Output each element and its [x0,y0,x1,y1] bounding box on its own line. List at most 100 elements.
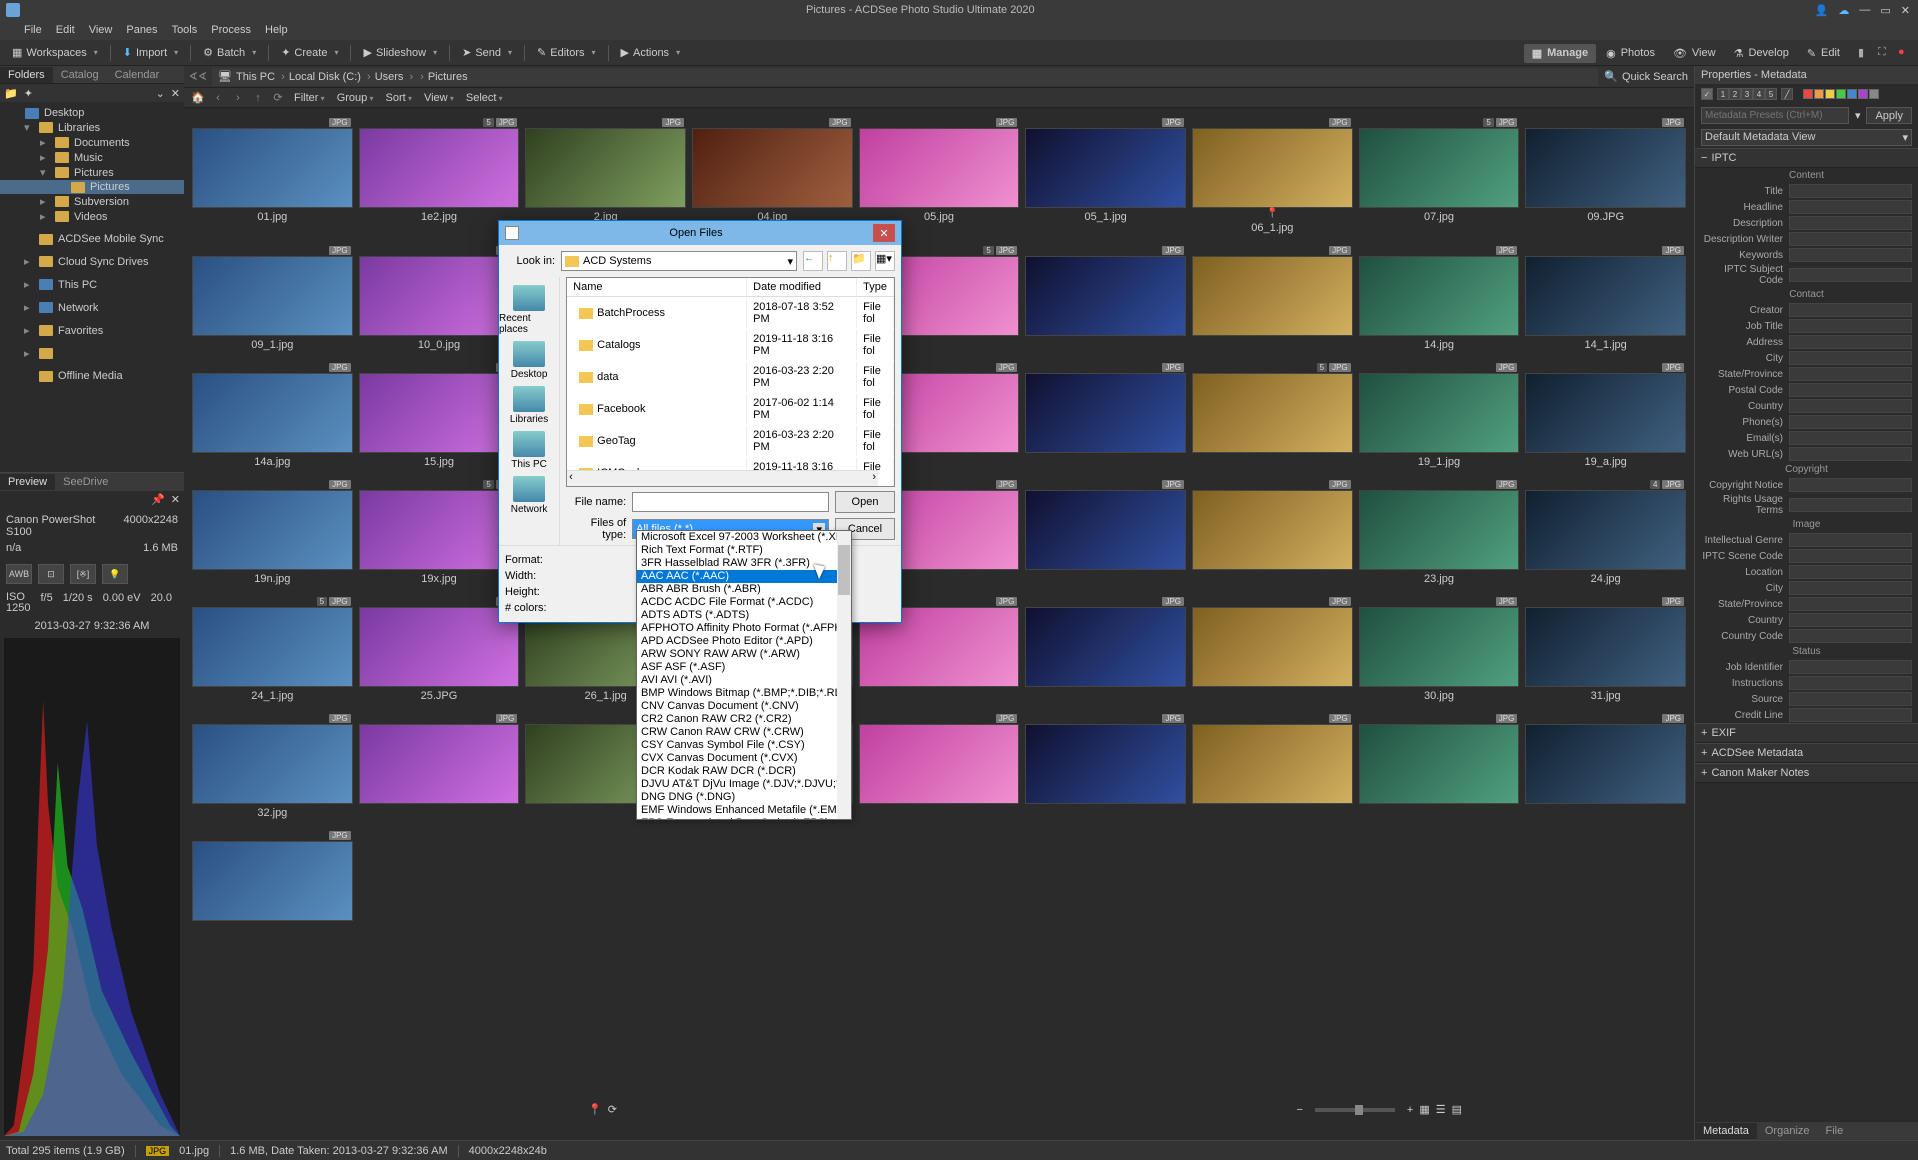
thumbnail[interactable]: JPG📍06_1.jpg [1192,116,1353,234]
thumbnail[interactable]: JPG19n.jpg [192,478,353,585]
tree-item[interactable]: ▸Videos [0,209,184,224]
quick-search[interactable]: 🔍 Quick Search [1604,70,1688,83]
histogram-icon[interactable]: ▮ [1858,46,1872,60]
file-type-option[interactable]: DJVU AT&T DjVu Image (*.DJV;*.DJVU;*.IW4… [637,778,851,791]
dropdown-scrollbar[interactable] [837,531,851,819]
workspaces-button[interactable]: ▦Workspaces [8,44,102,61]
rating-check[interactable]: ✓ [1701,88,1713,100]
color-label[interactable] [1803,89,1813,99]
thumbnail[interactable]: JPG31.jpg [1525,595,1686,702]
thumb-size-minus[interactable]: − [1296,1104,1302,1116]
menu-panes[interactable]: Panes [126,24,157,36]
user-icon[interactable]: 👤 [1815,4,1829,17]
sync-icon[interactable]: ⟳ [608,1103,617,1116]
meta-field[interactable]: State/Province [1695,366,1918,382]
back-icon[interactable]: ‹ [210,90,226,106]
thumbnail[interactable]: JPG30.jpg [1359,595,1520,702]
folder-close-icon[interactable]: ✕ [171,87,180,100]
rating-5[interactable]: 5 [1765,88,1777,100]
file-type-option[interactable]: DCR Kodak RAW DCR (*.DCR) [637,765,851,778]
tree-item[interactable]: Desktop [0,106,184,120]
geo-pin-icon[interactable]: 📍 [588,1103,602,1116]
refresh-icon[interactable]: ⟳ [270,90,286,106]
meta-field[interactable]: Title [1695,183,1918,199]
file-type-option[interactable]: Microsoft Excel 97-2003 Worksheet (*.XLS… [637,531,851,544]
actions-button[interactable]: ▶Actions [617,44,685,61]
maximize-button[interactable]: ▭ [1880,4,1890,17]
tab-photos[interactable]: ◉Photos [1598,44,1663,63]
red-dot-icon[interactable]: ● [1898,46,1912,60]
file-type-option[interactable]: ASF ASF (*.ASF) [637,661,851,674]
thumbnail[interactable]: 5JPG19x.jpg [359,478,520,585]
file-type-option[interactable]: EMF Windows Enhanced Metafile (*.EMF) [637,804,851,817]
properties-tab-organize[interactable]: Organize [1757,1123,1818,1139]
fwd-icon[interactable]: › [230,90,246,106]
preset-dropdown-icon[interactable]: ▾ [1853,107,1863,124]
thumbnail[interactable]: JPG25.JPG [359,595,520,702]
place-this-pc[interactable]: This PC [511,431,547,470]
apply-button[interactable]: Apply [1866,107,1912,124]
meta-field[interactable]: Copyright Notice [1695,477,1918,493]
up-icon[interactable]: ↑ [250,90,266,106]
thumbnail[interactable]: JPG [1025,361,1186,468]
thumbnail[interactable]: 5JPG07.jpg [1359,116,1520,234]
tree-item[interactable]: ▸Cloud Sync Drives [0,254,184,269]
meta-field[interactable]: Headline [1695,199,1918,215]
thumbnail[interactable]: JPG [859,712,1020,819]
meta-section[interactable]: +EXIF [1695,723,1918,743]
metadata-view-select[interactable]: Default Metadata View▾ [1701,129,1912,146]
meta-field[interactable]: Phone(s) [1695,414,1918,430]
meta-field[interactable]: Description [1695,215,1918,231]
breadcrumb-segment[interactable]: Pictures [428,71,468,83]
thumbnail[interactable]: JPG [359,712,520,819]
color-label[interactable] [1836,89,1846,99]
minimize-button[interactable]: — [1859,4,1870,17]
folder-menu-icon[interactable]: ⌄ [156,87,165,100]
folder-new-icon[interactable]: ✦ [24,87,33,100]
meta-field[interactable]: Intellectual Genre [1695,532,1918,548]
filter-sort[interactable]: Sort [382,92,416,104]
file-type-option[interactable]: ACDC ACDC File Format (*.ACDC) [637,596,851,609]
color-label[interactable] [1847,89,1857,99]
slideshow-button[interactable]: ▶Slideshow [359,44,441,61]
menu-help[interactable]: Help [265,24,288,36]
thumbnail[interactable]: 4JPG24.jpg [1525,478,1686,585]
file-type-option[interactable]: CRW Canon RAW CRW (*.CRW) [637,726,851,739]
meta-field[interactable]: City [1695,580,1918,596]
grid-view-icon[interactable]: ▦ [1419,1103,1429,1116]
breadcrumb-segment[interactable]: This PC [236,71,285,83]
meta-field[interactable]: Country [1695,612,1918,628]
meta-field[interactable]: Keywords [1695,247,1918,263]
camera-info-button[interactable]: ⊡ [38,564,64,584]
folder-back-icon[interactable]: 📁 [4,87,18,100]
breadcrumb-segment[interactable]: Local Disk (C:) [289,71,371,83]
panel-tab-calendar[interactable]: Calendar [107,67,168,83]
color-label[interactable] [1858,89,1868,99]
filter-view[interactable]: View [420,92,458,104]
thumbnail[interactable]: 5JPG1e2.jpg [359,116,520,234]
thumbnail[interactable]: JPG [1025,478,1186,585]
file-type-option[interactable]: EPS Encapsulated Post Script (*.EPS) [637,817,851,820]
thumb-size-slider[interactable] [1315,1108,1395,1112]
properties-tab-file[interactable]: File [1818,1123,1852,1139]
meta-field[interactable]: Instructions [1695,675,1918,691]
editors-button[interactable]: ✎Editors [533,44,599,61]
dialog-close-button[interactable]: ✕ [873,224,895,242]
file-type-option[interactable]: ADTS ADTS (*.ADTS) [637,609,851,622]
tree-item[interactable]: ▸Music [0,150,184,165]
file-type-option[interactable]: ARW SONY RAW ARW (*.ARW) [637,648,851,661]
nav-back-icon[interactable]: ∢∢ [190,69,206,85]
tree-item[interactable]: ACDSee Mobile Sync [0,232,184,246]
meta-field[interactable]: Country [1695,398,1918,414]
menu-process[interactable]: Process [211,24,251,36]
place-recent-places[interactable]: Recent places [499,285,559,335]
file-row[interactable]: Facebook2017-06-02 1:14 PMFile fol [567,393,894,425]
file-row[interactable]: BatchProcess2018-07-18 3:52 PMFile fol [567,297,894,329]
properties-tab-metadata[interactable]: Metadata [1695,1123,1757,1139]
file-list[interactable]: Name Date modified Type BatchProcess2018… [566,277,895,487]
tree-item[interactable]: ▾Pictures [0,165,184,180]
thumbnail[interactable]: JPG32.jpg [192,712,353,819]
meta-field[interactable]: Source [1695,691,1918,707]
rating-1[interactable]: 1 [1717,88,1729,100]
camera-info-button[interactable]: 💡 [102,564,128,584]
